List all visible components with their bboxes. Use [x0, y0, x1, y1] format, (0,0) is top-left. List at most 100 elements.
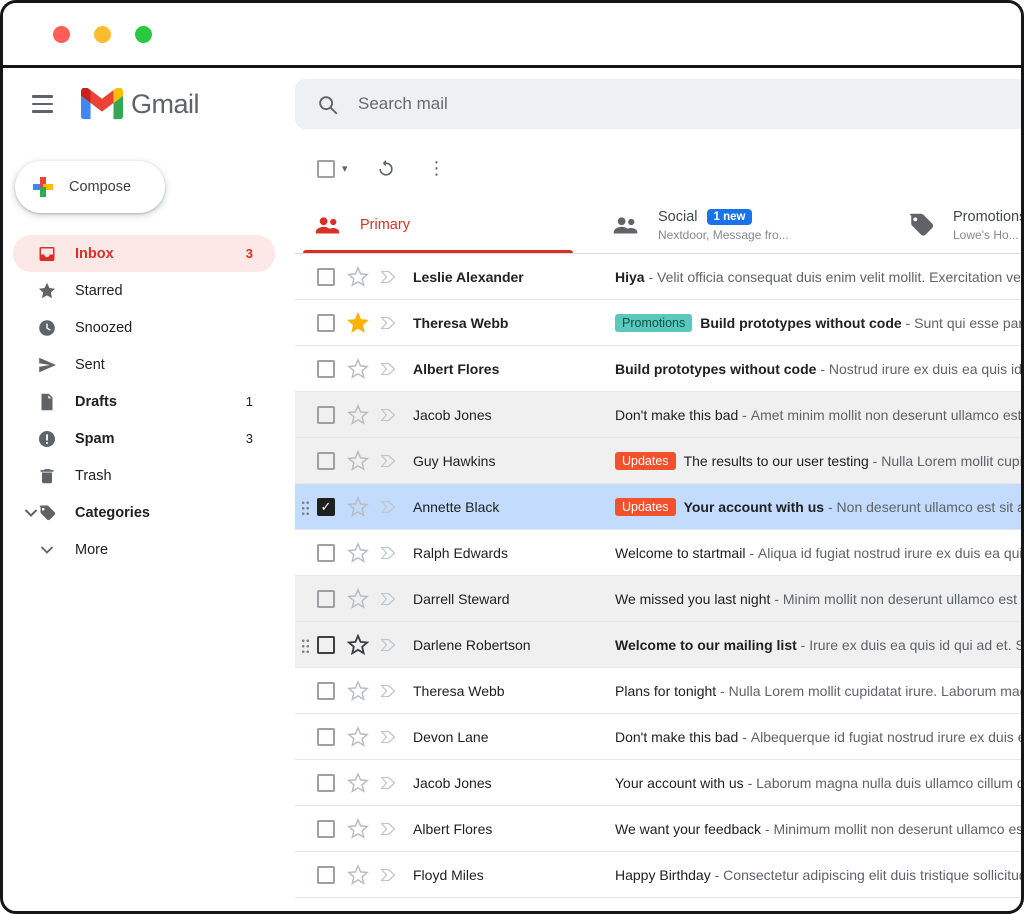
- sidebar-item-label: Drafts: [75, 394, 117, 410]
- sidebar-item-label: Categories: [75, 505, 150, 521]
- importance-marker-icon[interactable]: [379, 591, 399, 607]
- star-icon[interactable]: [347, 864, 369, 886]
- email-row[interactable]: Theresa Webb Promotions Build prototypes…: [295, 300, 1021, 346]
- email-checkbox[interactable]: [317, 314, 335, 332]
- email-snippet: Consectetur adipiscing elit duis tristiq…: [723, 867, 1021, 883]
- tab-primary[interactable]: Primary: [295, 197, 581, 253]
- sidebar-item-starred[interactable]: Starred: [13, 272, 275, 309]
- sidebar-item-inbox[interactable]: Inbox 3: [13, 235, 275, 272]
- gmail-logo[interactable]: Gmail: [81, 88, 199, 120]
- email-row[interactable]: Annette Black Updates Your account with …: [295, 484, 1021, 530]
- importance-marker-icon[interactable]: [379, 729, 399, 745]
- sidebar-item-drafts[interactable]: Drafts 1: [13, 383, 275, 420]
- compose-button[interactable]: Compose: [15, 161, 165, 213]
- email-content: Your account with us Laborum magna nulla…: [603, 775, 1021, 791]
- compose-label: Compose: [69, 179, 131, 195]
- importance-marker-icon[interactable]: [379, 683, 399, 699]
- importance-marker-icon[interactable]: [379, 867, 399, 883]
- star-icon[interactable]: [347, 680, 369, 702]
- close-button[interactable]: [53, 26, 70, 43]
- importance-marker-icon[interactable]: [379, 407, 399, 423]
- hamburger-menu-icon[interactable]: [28, 91, 57, 116]
- email-checkbox[interactable]: [317, 590, 335, 608]
- tab-promotions[interactable]: Promotions Lowe's Ho...: [873, 197, 1021, 253]
- email-row[interactable]: Leslie Alexander Hiya Velit officia cons…: [295, 254, 1021, 300]
- star-icon[interactable]: [347, 588, 369, 610]
- email-row[interactable]: Guy Hawkins Updates The results to our u…: [295, 438, 1021, 484]
- star-icon[interactable]: [347, 358, 369, 380]
- importance-marker-icon[interactable]: [379, 453, 399, 469]
- drag-handle-icon[interactable]: [301, 499, 310, 515]
- sidebar-item-more[interactable]: More: [13, 531, 275, 568]
- select-all-checkbox[interactable]: [317, 160, 335, 178]
- email-row[interactable]: Jacob Jones Your account with us Laborum…: [295, 760, 1021, 806]
- importance-marker-icon[interactable]: [379, 499, 399, 515]
- tab-social[interactable]: Social 1 new Nextdoor, Message fro...: [581, 197, 873, 253]
- search-bar[interactable]: [295, 79, 1024, 129]
- sidebar-item-snoozed[interactable]: Snoozed: [13, 309, 275, 346]
- email-row[interactable]: Ralph Edwards Welcome to startmail Aliqu…: [295, 530, 1021, 576]
- email-subject: Happy Birthday: [615, 867, 711, 883]
- spam-icon: [37, 429, 57, 449]
- star-icon[interactable]: [347, 772, 369, 794]
- star-icon[interactable]: [347, 450, 369, 472]
- email-subject: Plans for tonight: [615, 683, 716, 699]
- email-row[interactable]: Albert Flores Build prototypes without c…: [295, 346, 1021, 392]
- email-checkbox[interactable]: [317, 774, 335, 792]
- email-checkbox[interactable]: [317, 728, 335, 746]
- email-checkbox[interactable]: [317, 866, 335, 884]
- email-row[interactable]: Theresa Webb Plans for tonight Nulla Lor…: [295, 668, 1021, 714]
- email-checkbox[interactable]: [317, 544, 335, 562]
- email-checkbox[interactable]: [317, 682, 335, 700]
- star-icon[interactable]: [347, 404, 369, 426]
- email-checkbox[interactable]: [317, 820, 335, 838]
- importance-marker-icon[interactable]: [379, 545, 399, 561]
- email-checkbox[interactable]: [317, 360, 335, 378]
- app-body: Compose Inbox 3 Starred Sn: [3, 140, 1021, 911]
- email-subject: Don't make this bad: [615, 729, 738, 745]
- chevron-down-icon[interactable]: [21, 503, 41, 523]
- email-row[interactable]: Floyd Miles Happy Birthday Consectetur a…: [295, 852, 1021, 898]
- email-row[interactable]: Jacob Jones Don't make this bad Amet min…: [295, 392, 1021, 438]
- email-row[interactable]: Darrell Steward We missed you last night…: [295, 576, 1021, 622]
- importance-marker-icon[interactable]: [379, 269, 399, 285]
- star-icon[interactable]: [347, 634, 369, 656]
- email-checkbox[interactable]: [317, 268, 335, 286]
- drag-handle-icon[interactable]: [301, 637, 310, 653]
- subject-snippet-separator: [711, 867, 723, 883]
- sidebar-item-sent[interactable]: Sent: [13, 346, 275, 383]
- refresh-button[interactable]: [376, 159, 396, 179]
- importance-marker-icon[interactable]: [379, 821, 399, 837]
- star-icon[interactable]: [347, 542, 369, 564]
- star-icon[interactable]: [347, 312, 369, 334]
- star-icon[interactable]: [347, 818, 369, 840]
- email-checkbox[interactable]: [317, 452, 335, 470]
- minimize-button[interactable]: [94, 26, 111, 43]
- importance-marker-icon[interactable]: [379, 361, 399, 377]
- email-sender: Guy Hawkins: [413, 453, 603, 469]
- clock-icon: [37, 318, 57, 338]
- star-icon[interactable]: [347, 496, 369, 518]
- email-row[interactable]: Devon Lane Don't make this bad Albequerq…: [295, 714, 1021, 760]
- sidebar-item-trash[interactable]: Trash: [13, 457, 275, 494]
- email-subject: Welcome to our mailing list: [615, 637, 797, 653]
- star-icon[interactable]: [347, 266, 369, 288]
- email-row[interactable]: Albert Flores We want your feedback Mini…: [295, 806, 1021, 852]
- sidebar-item-spam[interactable]: Spam 3: [13, 420, 275, 457]
- zoom-button[interactable]: [135, 26, 152, 43]
- importance-marker-icon[interactable]: [379, 637, 399, 653]
- sidebar-item-label: Inbox: [75, 246, 114, 262]
- email-checkbox[interactable]: [317, 636, 335, 654]
- select-dropdown-caret-icon[interactable]: ▾: [342, 162, 348, 175]
- importance-marker-icon[interactable]: [379, 775, 399, 791]
- search-input[interactable]: [356, 93, 1024, 115]
- more-options-button[interactable]: ⋮: [424, 158, 450, 179]
- email-row[interactable]: Darlene Robertson Welcome to our mailing…: [295, 622, 1021, 668]
- star-icon[interactable]: [347, 726, 369, 748]
- sidebar-item-categories[interactable]: Categories: [13, 494, 275, 531]
- email-checkbox[interactable]: [317, 406, 335, 424]
- subject-snippet-separator: [645, 269, 657, 285]
- email-content: Welcome to our mailing list Irure ex dui…: [603, 637, 1021, 653]
- importance-marker-icon[interactable]: [379, 315, 399, 331]
- email-checkbox[interactable]: [317, 498, 335, 516]
